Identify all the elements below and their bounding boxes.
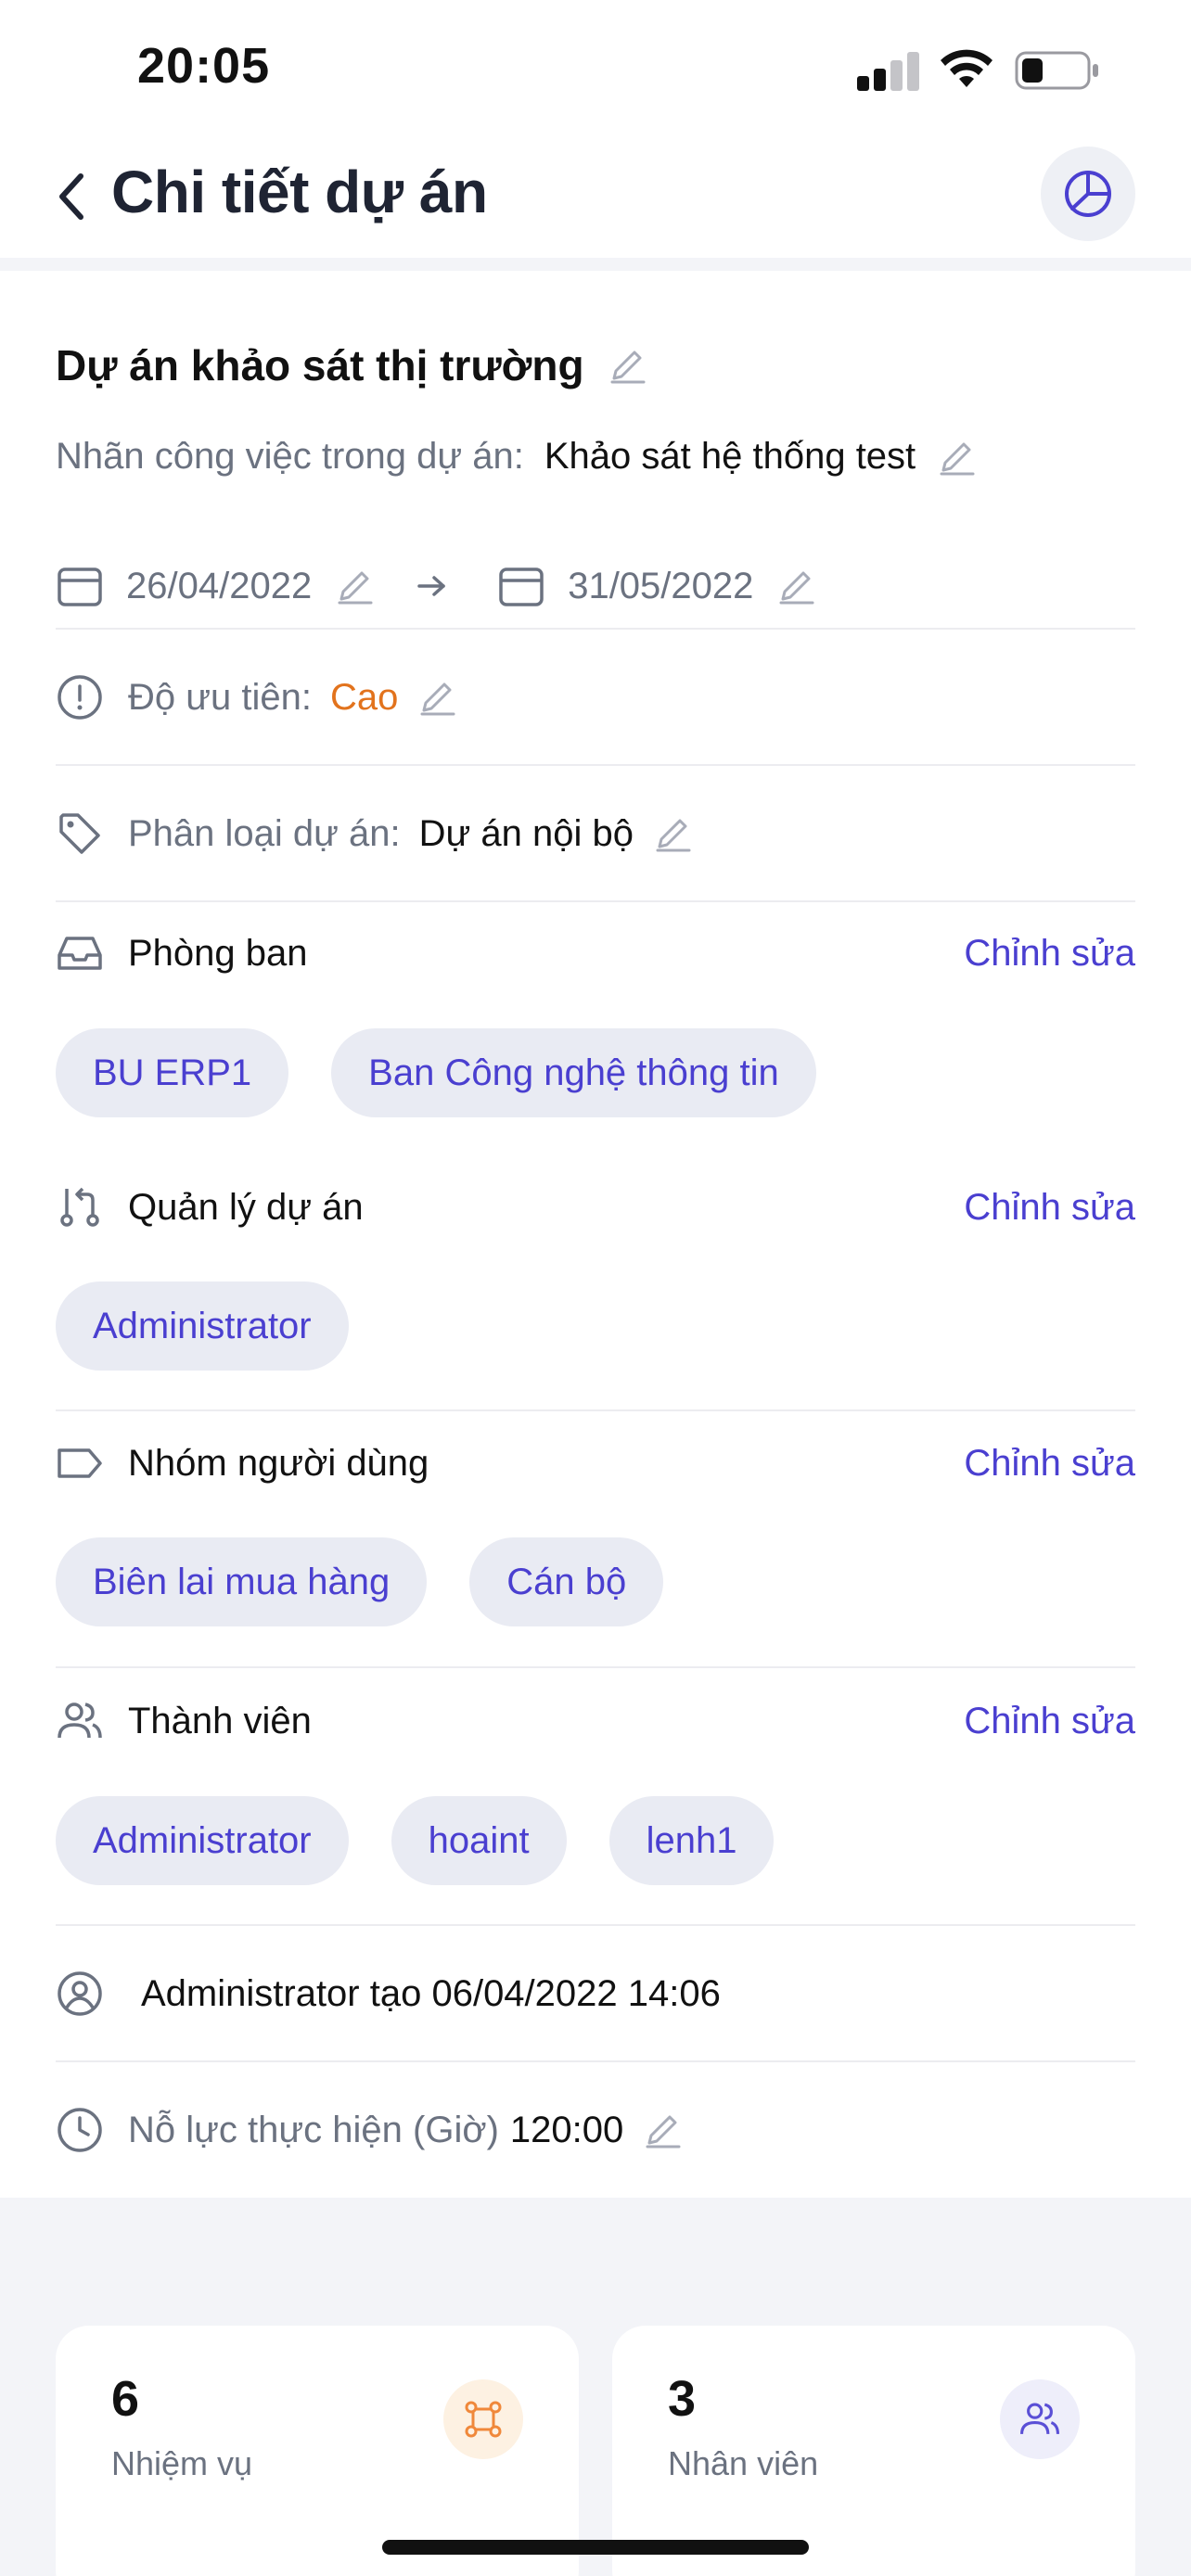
employees-label: Nhân viên (668, 2444, 819, 2482)
wifi-icon (941, 49, 992, 87)
created-by-row: Administrator tạo 06/04/2022 14:06 (56, 1957, 1135, 2031)
home-indicator[interactable] (382, 2540, 809, 2555)
label-icon (58, 1448, 102, 1478)
calendar-icon (58, 567, 102, 606)
user-groups-section-header: Nhóm người dùng Chỉnh sửa (56, 1431, 1135, 1496)
page-title: Chi tiết dự án (111, 159, 488, 225)
end-date-group[interactable]: 31/05/2022 (497, 562, 816, 610)
project-name: Dự án khảo sát thị trường (56, 341, 584, 389)
user-group-chip[interactable]: Biên lai mua hàng (56, 1537, 428, 1626)
edit-pencil-icon[interactable] (652, 813, 693, 854)
divider (56, 1409, 1135, 1411)
divider (56, 900, 1135, 902)
divider (56, 764, 1135, 766)
managers-chips: Administrator (56, 1282, 349, 1371)
project-name-row: Dự án khảo sát thị trường (56, 340, 647, 390)
member-chip[interactable]: Administrator (56, 1796, 349, 1885)
priority-value: Cao (330, 676, 399, 718)
users-icon (1000, 2379, 1080, 2459)
tasks-label: Nhiệm vụ (111, 2444, 253, 2482)
clock-icon (58, 2108, 102, 2152)
divider (56, 1666, 1135, 1668)
user-group-chip[interactable]: Cán bộ (469, 1537, 664, 1626)
cellular-signal-icon (857, 48, 920, 91)
employees-stat-card[interactable]: 3 Nhân viên (612, 2326, 1135, 2576)
departments-chips: BU ERP1 Ban Công nghệ thông tin (56, 1028, 816, 1117)
edit-members-button[interactable]: Chỉnh sửa (964, 1701, 1135, 1742)
member-chip[interactable]: hoaint (391, 1796, 567, 1885)
task-label-caption: Nhãn công việc trong dự án: (56, 436, 524, 477)
task-label-row: Nhãn công việc trong dự án: Khảo sát hệ … (56, 436, 977, 478)
managers-title: Quản lý dự án (128, 1186, 364, 1228)
departments-section-header: Phòng ban Chỉnh sửa (56, 921, 1135, 986)
created-by-text: Administrator tạo 06/04/2022 14:06 (141, 1972, 721, 2014)
member-chip[interactable]: lenh1 (608, 1796, 775, 1885)
task-label-value: Khảo sát hệ thống test (544, 436, 916, 477)
project-detail-content: Dự án khảo sát thị trường Nhãn công việc… (0, 271, 1191, 2198)
edit-user-groups-button[interactable]: Chỉnh sửa (964, 1443, 1135, 1485)
status-bar: 20:05 (0, 0, 1191, 139)
department-chip[interactable]: BU ERP1 (56, 1028, 289, 1117)
category-value: Dự án nội bộ (418, 812, 634, 854)
pie-chart-icon (1065, 171, 1111, 217)
members-section-header: Thành viên Chỉnh sửa (56, 1689, 1135, 1753)
departments-title: Phòng ban (128, 932, 308, 974)
category-caption: Phân loại dự án: (128, 812, 401, 854)
calendar-icon (499, 567, 544, 606)
edit-pencil-icon[interactable] (642, 2110, 683, 2150)
managers-section-header: Quản lý dự án Chỉnh sửa (56, 1175, 1135, 1240)
arrow-right-icon (417, 576, 445, 596)
effort-value: 120:00 (509, 2109, 624, 2150)
department-chip[interactable]: Ban Công nghệ thông tin (331, 1028, 816, 1117)
edit-pencil-icon[interactable] (936, 437, 977, 478)
edit-pencil-icon[interactable] (775, 566, 816, 606)
divider (56, 1924, 1135, 1926)
screen: 20:05 Chi tiết dự án Dự án khảo sát thị … (0, 0, 1191, 2576)
members-title: Thành viên (128, 1700, 312, 1741)
members-chips: Administrator hoaint lenh1 (56, 1796, 775, 1885)
effort-row: Nỗ lực thực hiện (Giờ) 120:00 (56, 2093, 1135, 2167)
status-time: 20:05 (137, 38, 271, 94)
tasks-count: 6 (111, 2371, 140, 2427)
tag-icon (59, 813, 100, 854)
inbox-icon (58, 937, 102, 970)
edit-managers-button[interactable]: Chỉnh sửa (964, 1187, 1135, 1229)
users-icon (58, 1702, 102, 1739)
edit-pencil-icon[interactable] (334, 566, 375, 606)
git-pull-request-icon (60, 1187, 99, 1227)
edit-pencil-icon[interactable] (416, 677, 457, 718)
effort-caption: Nỗ lực thực hiện (Giờ) (128, 2109, 499, 2150)
date-range-row: 26/04/2022 31/05/2022 (56, 549, 1135, 623)
edit-pencil-icon[interactable] (607, 345, 647, 386)
tasks-icon (443, 2379, 523, 2459)
stats-area: 6 Nhiệm vụ 3 Nhân viên (0, 2198, 1191, 2576)
battery-icon (1015, 51, 1098, 90)
alert-circle-icon (58, 675, 102, 720)
end-date: 31/05/2022 (568, 565, 754, 606)
category-row: Phân loại dự án: Dự án nội bộ (56, 797, 1135, 871)
app-header: Chi tiết dự án (0, 139, 1191, 260)
priority-row: Độ ưu tiên: Cao (56, 660, 1135, 734)
statistics-button[interactable] (1041, 147, 1135, 241)
user-groups-title: Nhóm người dùng (128, 1442, 429, 1484)
start-date-group[interactable]: 26/04/2022 (56, 562, 375, 610)
divider (56, 2060, 1135, 2062)
manager-chip[interactable]: Administrator (56, 1282, 349, 1371)
tasks-stat-card[interactable]: 6 Nhiệm vụ (56, 2326, 579, 2576)
back-button[interactable] (48, 159, 95, 234)
employees-count: 3 (668, 2371, 697, 2427)
user-circle-icon (58, 1971, 102, 2016)
header-divider (0, 258, 1191, 271)
edit-departments-button[interactable]: Chỉnh sửa (964, 933, 1135, 975)
divider (56, 628, 1135, 630)
start-date: 26/04/2022 (126, 565, 313, 606)
user-groups-chips: Biên lai mua hàng Cán bộ (56, 1537, 664, 1626)
chevron-left-icon (59, 173, 83, 220)
priority-caption: Độ ưu tiên: (128, 676, 312, 718)
